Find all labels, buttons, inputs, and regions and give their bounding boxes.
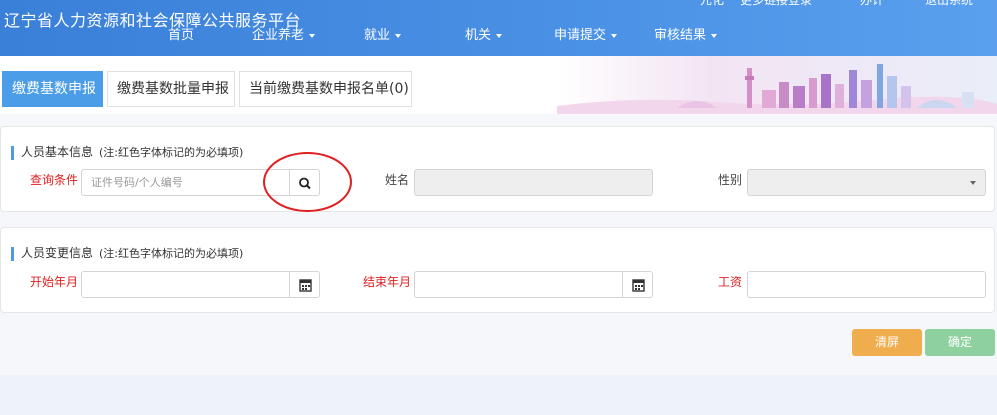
- calendar-icon: [632, 279, 645, 292]
- nav-enterprise-pension[interactable]: 企业养老: [252, 24, 316, 43]
- name-field: [414, 169, 653, 196]
- end-month-label: 结束年月: [363, 275, 412, 289]
- city-skyline-banner: [557, 56, 997, 114]
- basic-info-heading: 人员基本信息 (注:红色字体标记的为必填项): [11, 143, 243, 160]
- clear-button[interactable]: 清屏: [852, 329, 922, 356]
- footer-background: [0, 375, 997, 415]
- chevron-down-icon: [970, 181, 976, 185]
- start-month-label: 开始年月: [30, 275, 79, 289]
- query-input[interactable]: 证件号码/个人编号: [81, 169, 290, 196]
- top-link-1[interactable]: 元化: [700, 0, 724, 8]
- nav-home[interactable]: 首页: [168, 24, 194, 43]
- heading-accent-bar: [11, 246, 14, 261]
- nav-submit-application[interactable]: 申请提交: [554, 24, 618, 43]
- chevron-down-icon: [496, 33, 503, 38]
- confirm-button[interactable]: 确定: [925, 329, 995, 356]
- heading-accent-bar: [11, 145, 14, 160]
- top-link-4[interactable]: 退出系统: [925, 0, 973, 8]
- end-month-input[interactable]: [414, 271, 623, 298]
- wage-label: 工资: [718, 275, 743, 289]
- end-month-calendar-button[interactable]: [622, 271, 653, 298]
- nav-employment[interactable]: 就业: [364, 24, 402, 43]
- nav-review-results[interactable]: 审核结果: [654, 24, 718, 43]
- gender-select[interactable]: [747, 169, 986, 196]
- name-label: 姓名: [385, 173, 410, 187]
- query-condition-label: 查询条件: [30, 173, 79, 187]
- top-header: 辽宁省人力资源和社会保障公共服务平台 元化 更多链接登录 办计 退出系统 首页 …: [0, 0, 997, 56]
- gender-label: 性别: [718, 173, 743, 187]
- chevron-down-icon: [611, 33, 618, 38]
- change-info-panel: 人员变更信息 (注:红色字体标记的为必填项): [0, 227, 995, 313]
- top-link-3[interactable]: 办计: [860, 0, 884, 8]
- start-month-calendar-button[interactable]: [289, 271, 320, 298]
- red-annotation-circle: [263, 152, 352, 212]
- change-info-heading: 人员变更信息 (注:红色字体标记的为必填项): [11, 244, 243, 261]
- start-month-input[interactable]: [81, 271, 290, 298]
- required-note: (注:红色字体标记的为必填项): [99, 247, 244, 260]
- tab-contribution-base-declare[interactable]: 缴费基数申报: [2, 71, 103, 107]
- chevron-down-icon: [309, 33, 316, 38]
- wage-input[interactable]: [747, 271, 986, 298]
- required-note: (注:红色字体标记的为必填项): [99, 146, 244, 159]
- chevron-down-icon: [711, 33, 718, 38]
- calendar-icon: [299, 279, 312, 292]
- tab-bar: 缴费基数申报 缴费基数批量申报 当前缴费基数申报名单(0): [0, 56, 997, 114]
- tab-batch-declare[interactable]: 缴费基数批量申报: [107, 71, 235, 107]
- nav-institution[interactable]: 机关: [465, 24, 503, 43]
- chevron-down-icon: [395, 33, 402, 38]
- tab-current-declare-list[interactable]: 当前缴费基数申报名单(0): [239, 71, 412, 107]
- top-link-2[interactable]: 更多链接登录: [740, 0, 812, 8]
